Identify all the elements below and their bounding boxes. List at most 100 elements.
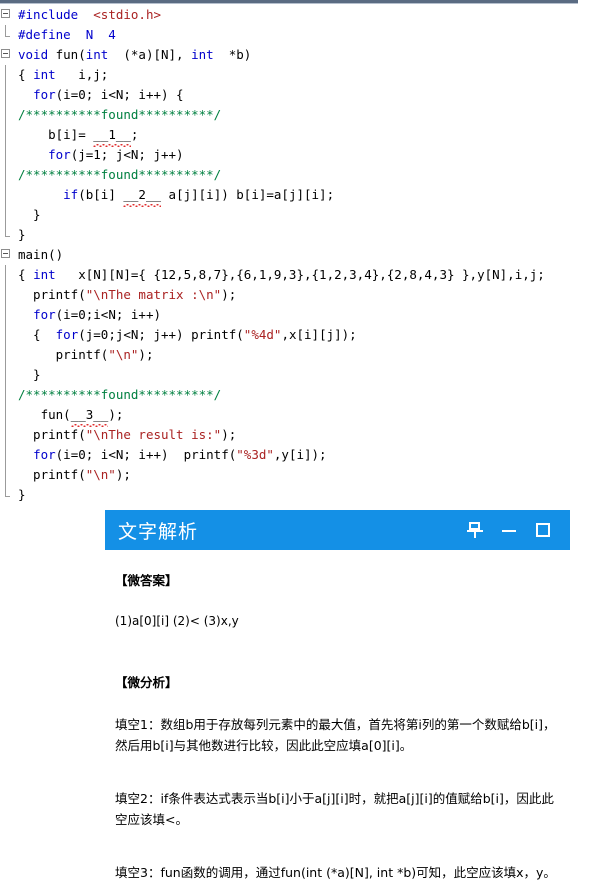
code-token: ); (108, 407, 124, 422)
code-token: { (18, 67, 34, 82)
pin-icon[interactable] (466, 521, 484, 539)
code-token: "\n" (108, 347, 139, 362)
code-token: printf( (18, 287, 86, 302)
code-token: (i=0;i<N; i++) (55, 307, 161, 322)
code-token: /**********found**********/ (18, 387, 222, 402)
code-token: ); (115, 467, 131, 482)
code-token: (i=0; i<N; i++) printf( (55, 447, 237, 462)
code-blank: __3__ (70, 405, 108, 427)
code-line[interactable]: /**********found**********/ (0, 165, 607, 185)
code-line[interactable]: if(b[i] __2__ a[j][i]) b[i]=a[j][i]; (0, 185, 607, 207)
code-token: printf( (18, 467, 86, 482)
code-token: printf( (18, 347, 109, 362)
fold-toggle-icon[interactable] (1, 249, 10, 258)
code-line[interactable]: printf("\n"); (0, 345, 607, 365)
code-token: } (18, 227, 26, 242)
code-token: "\nThe result is:" (85, 427, 222, 442)
code-token: (i=0; i<N; i++) { (55, 87, 184, 102)
panel-title-bar[interactable]: 文字解析 (105, 510, 570, 550)
code-token: ; (130, 127, 139, 142)
code-token: int (33, 267, 56, 282)
fold-toggle-icon[interactable] (1, 49, 10, 58)
code-token: ); (221, 287, 237, 302)
code-token: (j=0;j<N; j++) printf( (78, 327, 244, 342)
code-token: i,j; (55, 67, 109, 82)
code-line[interactable]: { int i,j; (0, 65, 607, 85)
code-token: ); (138, 347, 154, 362)
panel-content: 【微答案】 (1)a[0][i] (2)< (3)x,y 【微分析】 填空1：数… (105, 550, 570, 883)
code-token: fun( (18, 407, 71, 422)
code-line[interactable]: for(j=1; j<N; j++) (0, 145, 607, 165)
code-token: a[j][i]) b[i]=a[j][i]; (161, 187, 335, 202)
code-line[interactable]: { for(j=0;j<N; j++) printf("%4d",x[i][j]… (0, 325, 607, 345)
code-line[interactable]: } (0, 225, 607, 245)
code-line[interactable]: for(i=0; i<N; i++) printf("%3d",y[i]); (0, 445, 607, 465)
code-token: "\nThe matrix :\n" (85, 287, 222, 302)
code-line[interactable]: for(i=0; i<N; i++) { (0, 85, 607, 105)
code-token: #define N 4 (18, 27, 116, 42)
code-editor-pane[interactable]: #include <stdio.h> #define N 4 void fun(in… (0, 0, 607, 502)
code-blank: __2__ (123, 185, 161, 207)
code-line[interactable]: for(i=0;i<N; i++) (0, 305, 607, 325)
code-line[interactable]: main() (0, 245, 607, 265)
code-token: #include (18, 7, 86, 22)
code-token: if (63, 187, 79, 202)
code-token: "%3d" (236, 447, 274, 462)
fold-toggle-icon[interactable] (1, 9, 10, 18)
code-line[interactable]: /**********found**********/ (0, 105, 607, 125)
code-token: *b) (213, 47, 252, 62)
code-line[interactable]: void fun(int (*a)[N], int *b) (0, 45, 607, 65)
analysis-section-heading: 【微分析】 (115, 675, 178, 690)
minimize-icon[interactable] (500, 521, 518, 539)
code-line[interactable]: { int x[N][N]={ {12,5,8,7},{6,1,9,3},{1,… (0, 265, 607, 285)
code-token: "\n" (85, 467, 116, 482)
code-token: { (18, 327, 56, 342)
code-token: ); (221, 427, 237, 442)
code-token: void (18, 47, 49, 62)
code-token: for (33, 447, 56, 462)
code-token: } (18, 207, 41, 222)
code-line[interactable]: } (0, 365, 607, 385)
analysis-paragraph-list: 填空1：数组b用于存放每列元素中的最大值，首先将第i列的第一个数赋给b[i]，然… (115, 714, 560, 883)
code-token: <stdio.h> (93, 7, 161, 22)
code-token: for (33, 87, 56, 102)
maximize-icon[interactable] (534, 521, 552, 539)
code-line[interactable]: fun(__3__); (0, 405, 607, 427)
code-token: main() (18, 247, 64, 262)
code-token: int (85, 47, 109, 62)
text-analysis-panel: 文字解析 【微答案】 (1)a[0][i] (2)< (3)x,y 【微分析】 … (105, 510, 570, 880)
code-token: x[N][N]={ {12,5,8,7},{6,1,9,3},{1,2,3,4}… (55, 267, 545, 282)
code-line[interactable]: /**********found**********/ (0, 385, 607, 405)
code-line[interactable]: printf("\nThe matrix :\n"); (0, 285, 607, 305)
answer-section-heading: 【微答案】 (115, 573, 178, 588)
editor-top-border (0, 0, 578, 4)
code-line[interactable]: printf("\nThe result is:"); (0, 425, 607, 445)
code-token: /**********found**********/ (18, 167, 222, 182)
analysis-paragraph: 填空1：数组b用于存放每列元素中的最大值，首先将第i列的第一个数赋给b[i]，然… (115, 717, 556, 753)
panel-window-controls (466, 521, 570, 539)
code-token: (b[i] (78, 187, 124, 202)
code-token: { (18, 267, 34, 282)
code-line[interactable]: #define N 4 (0, 25, 607, 45)
code-blank: __1__ (93, 125, 131, 147)
code-token: int (33, 67, 56, 82)
code-line[interactable]: #include <stdio.h> (0, 5, 607, 25)
panel-title: 文字解析 (118, 520, 199, 543)
code-token: for (48, 147, 71, 162)
code-token: printf( (18, 427, 86, 442)
analysis-paragraph: 填空2：if条件表达式表示当b[i]小于a[j][i]时，就把a[j][i]的值… (115, 791, 554, 827)
code-line[interactable]: b[i]= __1__; (0, 125, 607, 147)
code-line[interactable]: } (0, 205, 607, 225)
code-token: fun( (48, 47, 86, 62)
code-line[interactable]: printf("\n"); (0, 465, 607, 485)
code-line[interactable]: } (0, 485, 607, 505)
code-token: for (33, 307, 56, 322)
code-token: "%4d" (243, 327, 282, 342)
code-token: ,y[i]); (273, 447, 327, 462)
code-source-listing[interactable]: #include <stdio.h> #define N 4 void fun(in… (0, 5, 607, 505)
